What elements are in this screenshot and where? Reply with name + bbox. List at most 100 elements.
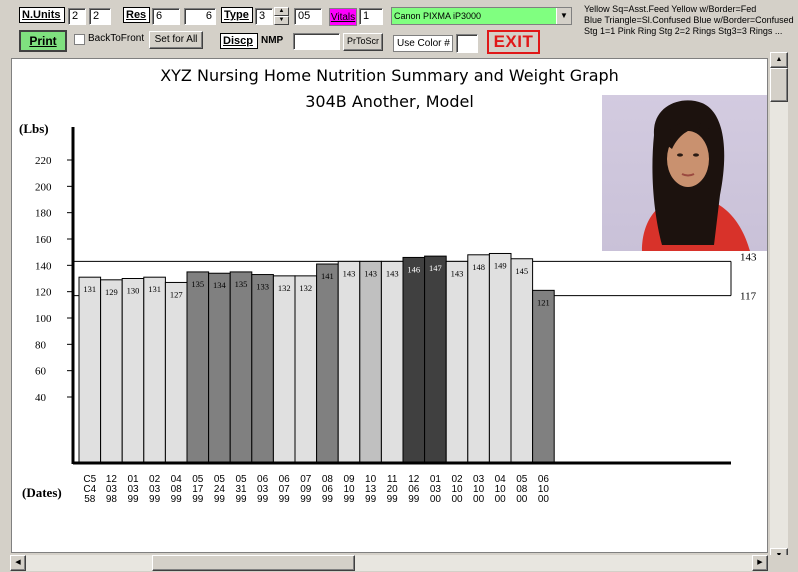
set-for-all-button[interactable]: Set for All [149,31,203,49]
scroll-right-icon[interactable]: ▶ [752,555,768,571]
x-tick-label: 58 [84,494,96,505]
weight-chart: 143117 406080100120140160180200220 131C5… [35,127,757,505]
n-units-field-b[interactable]: 2 [89,8,111,25]
x-tick-label: 99 [214,494,226,505]
bar [532,289,555,464]
bar-value-label: 143 [364,268,377,278]
exit-button[interactable]: EXIT [487,30,540,54]
scroll-thumb-vertical[interactable] [770,68,788,102]
printer-select-value: Canon PIXMA iP3000 [394,11,482,21]
horizontal-scrollbar[interactable]: ◀ ▶ [10,555,768,571]
x-tick-label: 99 [408,494,420,505]
bar [402,256,426,464]
x-tick-label: 99 [300,494,312,505]
bar [78,276,102,464]
legend-note-3: Stg 1=1 Pink Ring Stg 2=2 Rings Stg3=3 R… [584,26,783,36]
bar [337,260,361,464]
chart-panel: XYZ Nursing Home Nutrition Summary and W… [11,58,768,553]
type-extra-field[interactable]: 05 [294,8,322,25]
n-units-field-a[interactable]: 2 [68,8,86,25]
print-to-screen-button[interactable]: PrToScr [343,33,383,51]
printer-select[interactable]: Canon PIXMA iP3000 ▼ [391,7,572,25]
x-tick-label: 00 [538,494,550,505]
y-tick-label: 200 [35,181,52,193]
type-label: Type [221,7,253,23]
print-button[interactable]: Print [19,30,67,52]
x-tick-label: 99 [322,494,334,505]
bar-value-label: 145 [515,266,528,276]
x-tick-label: 99 [192,494,204,505]
bar-value-label: 133 [256,282,269,292]
res-label: Res [123,7,150,23]
bar-value-label: 131 [83,284,96,294]
y-tick-label: 80 [35,339,47,351]
x-tick-label: 00 [495,494,507,505]
y-tick-label: 40 [35,392,47,404]
bar [510,258,534,464]
legend-note-2: Blue Triangle=Sl.Confused Blue w/Border=… [584,15,794,25]
bar [143,276,166,464]
bar-value-label: 135 [235,279,248,289]
type-spin-up-icon[interactable]: ▲ [274,7,289,16]
bar-value-label: 129 [105,287,118,297]
bar [186,271,210,464]
x-axis-label: (Dates) [22,485,62,500]
x-tick-label: 00 [516,494,528,505]
chevron-down-icon[interactable]: ▼ [556,8,571,24]
bar [294,275,318,464]
res-field-b[interactable]: 6 [184,8,216,25]
use-color-field[interactable] [456,34,478,53]
bar [445,260,469,464]
scroll-up-icon[interactable]: ▲ [770,52,788,68]
back-to-front-checkbox[interactable] [74,34,85,45]
bar [100,279,123,464]
bar-value-label: 127 [170,289,183,299]
bar [229,271,253,464]
bar [121,278,145,464]
x-tick-label: 99 [257,494,269,505]
bar-value-label: 143 [451,268,464,278]
y-tick-label: 60 [35,366,47,378]
bar-value-label: 131 [148,284,161,294]
band-lower-label: 117 [740,291,757,303]
x-tick-label: 99 [387,494,399,505]
bar-value-label: 149 [494,260,507,270]
discp-label: Discp [220,33,258,49]
discp-field[interactable] [293,33,340,50]
bar-value-label: 148 [472,262,485,272]
y-tick-label: 220 [35,155,52,167]
bar [380,260,404,464]
x-tick-label: 99 [343,494,355,505]
bar-value-label: 146 [407,264,420,274]
bar [359,260,382,464]
bar-value-label: 143 [386,268,399,278]
x-tick-label: 00 [451,494,463,505]
x-tick-label: 99 [279,494,291,505]
bar [164,281,188,464]
bar-value-label: 132 [278,283,291,293]
vitals-field[interactable]: 1 [359,8,383,25]
vertical-scrollbar[interactable]: ▲ ▼ [770,52,788,565]
res-field-a[interactable]: 6 [152,8,180,25]
bar-value-label: 132 [299,283,312,293]
bar-value-label: 130 [127,286,140,296]
bar [251,274,274,464]
bar-value-label: 121 [537,297,550,307]
type-spin-down-icon[interactable]: ▼ [274,16,289,25]
bar-value-label: 134 [213,280,227,290]
x-tick-label: 98 [106,494,118,505]
bar [272,275,296,464]
band-upper-label: 143 [740,251,757,263]
vitals-button[interactable]: Vitals [329,8,357,26]
n-units-label: N.Units [19,7,65,23]
y-tick-label: 140 [35,260,52,272]
legend-note-1: Yellow Sq=Asst.Feed Yellow w/Border=Fed [584,4,757,14]
scroll-thumb-horizontal[interactable] [152,555,355,571]
y-tick-label: 120 [35,287,52,299]
type-field[interactable]: 3 [255,8,273,25]
y-tick-label: 100 [35,313,52,325]
x-tick-label: 99 [149,494,161,505]
bar [316,263,339,464]
scroll-left-icon[interactable]: ◀ [10,555,26,571]
x-tick-label: 99 [127,494,139,505]
